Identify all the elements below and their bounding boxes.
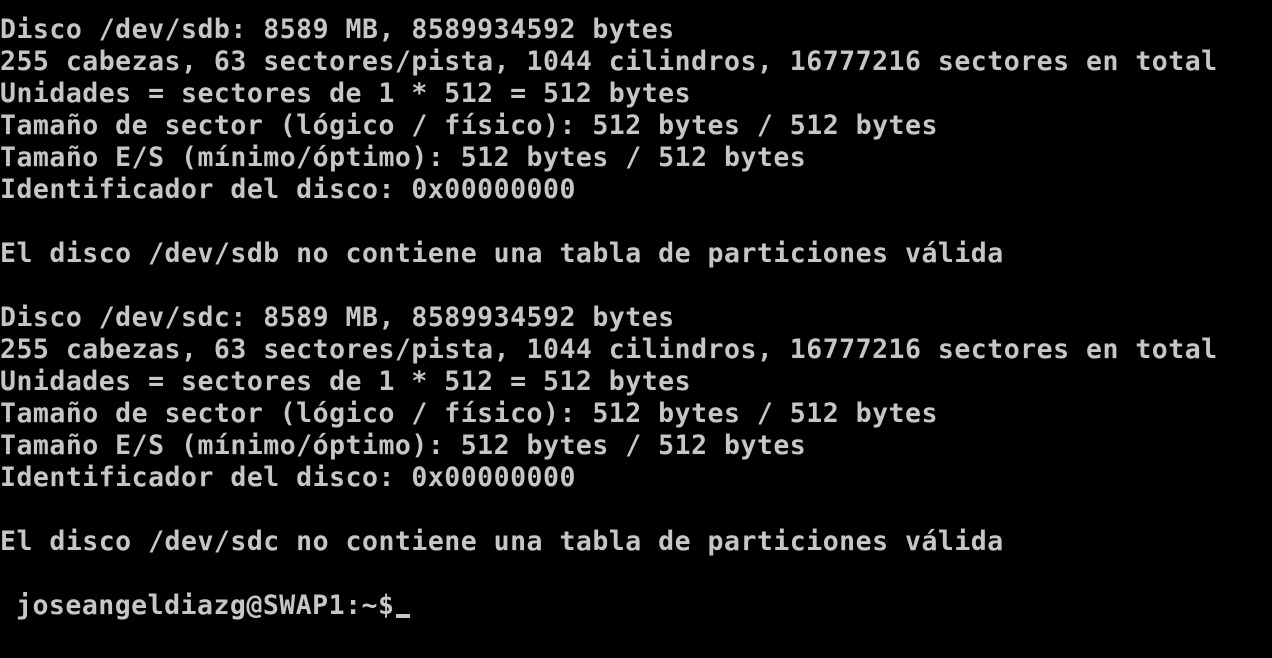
output-line: Disco /dev/sdb: 8589 MB, 8589934592 byte… (0, 14, 675, 45)
output-line: 255 cabezas, 63 sectores/pista, 1044 cil… (0, 334, 1218, 365)
command-line[interactable]: joseangeldiazg@SWAP1:~$ (0, 558, 1272, 621)
output-line: 255 cabezas, 63 sectores/pista, 1044 cil… (0, 46, 1218, 77)
output-line: Unidades = sectores de 1 * 512 = 512 byt… (0, 78, 692, 109)
output-line: El disco /dev/sdc no contiene una tabla … (0, 526, 1004, 557)
text-cursor[interactable] (396, 614, 411, 618)
output-line: El disco /dev/sdb no contiene una tabla … (0, 238, 1004, 269)
terminal-window[interactable]: Disco /dev/sdb: 8589 MB, 8589934592 byte… (0, 14, 1272, 621)
output-line: Identificador del disco: 0x00000000 (0, 174, 576, 205)
output-line: Tamaño de sector (lógico / físico): 512 … (0, 398, 938, 429)
output-line: Unidades = sectores de 1 * 512 = 512 byt… (0, 366, 692, 397)
output-line: Disco /dev/sdc: 8589 MB, 8589934592 byte… (0, 302, 675, 333)
output-line: Tamaño E/S (mínimo/óptimo): 512 bytes / … (0, 142, 807, 173)
output-line: Identificador del disco: 0x00000000 (0, 462, 576, 493)
output-line: Tamaño E/S (mínimo/óptimo): 512 bytes / … (0, 430, 807, 461)
output-line: Tamaño de sector (lógico / físico): 512 … (0, 110, 938, 141)
shell-prompt: joseangeldiazg@SWAP1:~$ (16, 590, 395, 621)
